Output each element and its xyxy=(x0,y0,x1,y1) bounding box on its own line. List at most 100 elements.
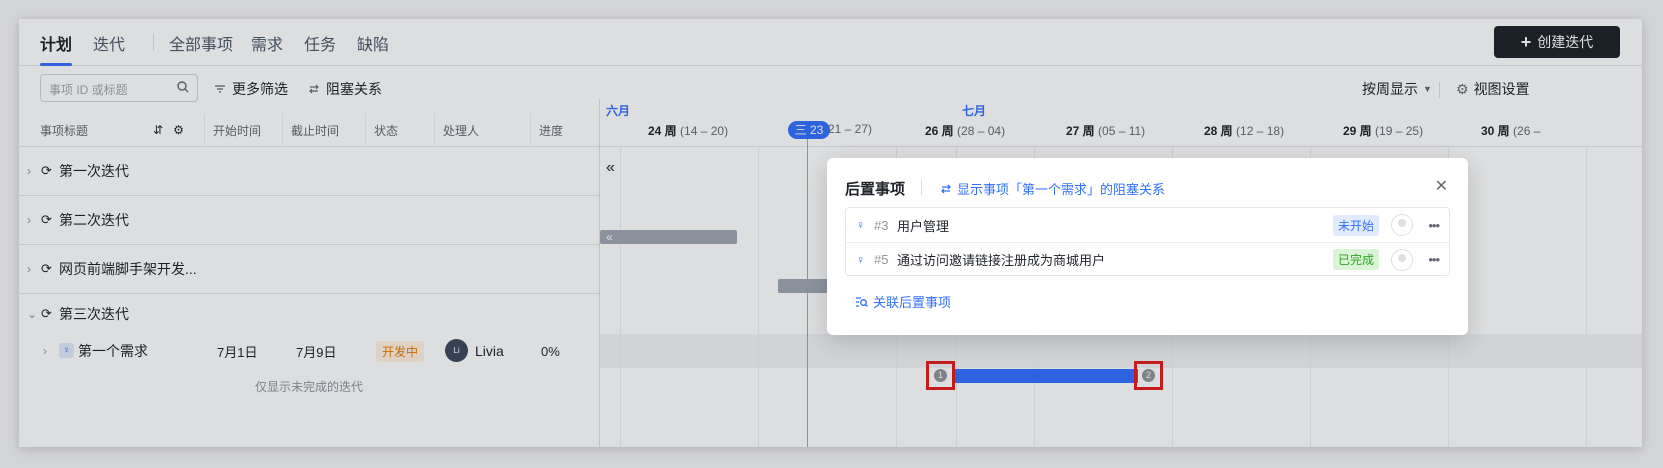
iteration-icon: ⟳ xyxy=(41,163,52,178)
chevron-right-icon[interactable]: › xyxy=(27,213,31,227)
assignee-name[interactable]: Livia xyxy=(475,343,504,359)
week-label: 27 周 (05 – 11) xyxy=(1066,122,1145,139)
column-status: 状态 xyxy=(365,114,434,147)
week-number: 27 周 xyxy=(1066,124,1095,138)
tab-requirements[interactable]: 需求 xyxy=(251,31,283,55)
view-settings-label: 视图设置 xyxy=(1473,81,1530,97)
week-number: 29 周 xyxy=(1343,124,1372,138)
popover-title: 后置事项 xyxy=(845,181,906,198)
week-range: (12 – 18) xyxy=(1236,124,1285,138)
iteration-title: 第二次迭代 xyxy=(59,212,129,228)
filter-icon xyxy=(215,85,225,93)
requirement-icon: ♀ xyxy=(856,218,865,232)
collapse-all-icon[interactable]: ⇵ xyxy=(153,123,163,137)
avatar[interactable] xyxy=(1391,248,1413,271)
list-item[interactable]: ♀ #5 通过访问邀请链接注册成为商城用户 已完成 ••• xyxy=(846,242,1449,276)
item-title[interactable]: 用户管理 xyxy=(897,216,949,235)
chevron-right-icon[interactable]: › xyxy=(27,164,31,178)
column-title-label: 事项标题 xyxy=(40,124,89,138)
grid-line xyxy=(758,147,759,447)
grid-line xyxy=(620,147,621,447)
item-id: #5 xyxy=(874,252,889,267)
link-successor-label: 关联后置事项 xyxy=(873,295,952,310)
chevron-right-icon[interactable]: › xyxy=(27,262,31,276)
column-assignee: 处理人 xyxy=(434,114,530,147)
more-icon[interactable]: ••• xyxy=(1428,218,1440,233)
avatar[interactable] xyxy=(1391,214,1413,236)
progress-value: 0% xyxy=(541,343,560,359)
column-status-label: 状态 xyxy=(374,124,399,138)
link-successor-button[interactable]: 关联后置事项 xyxy=(855,292,951,311)
requirement-icon: ♀ xyxy=(856,252,865,267)
item-id: #3 xyxy=(874,217,889,233)
iteration-row[interactable]: › ⟳ 第二次迭代 xyxy=(19,196,599,245)
bar-end-handle[interactable]: 2 xyxy=(1134,361,1163,390)
item-title[interactable]: 通过访问邀请链接注册成为商城用户 xyxy=(897,250,1105,269)
view-mode-select[interactable]: 按周显示 ▼ xyxy=(1362,79,1432,99)
iteration-row[interactable]: › ⟳ 第一次迭代 xyxy=(19,147,599,196)
footer-note: 仅显示未完成的迭代 xyxy=(254,380,363,394)
column-progress: 进度 xyxy=(530,114,599,147)
week-label: 24 周 (14 – 20) xyxy=(648,122,728,139)
swap-icon xyxy=(941,184,951,193)
iteration-row[interactable]: ⌄ ⟳ 第三次迭代 xyxy=(19,294,599,334)
iteration-row[interactable]: › ⟳ 网页前端脚手架开发... xyxy=(19,245,599,294)
requirement-bar[interactable] xyxy=(955,369,1138,383)
requirement-row[interactable]: › ♀ 第一个需求 7月1日 7月9日 开发中 Li Livia 0% xyxy=(19,334,599,368)
column-start: 开始时间 xyxy=(204,114,282,147)
week-label: 28 周 (12 – 18) xyxy=(1204,122,1284,139)
month-label: 七月 xyxy=(962,104,987,118)
column-settings-icon[interactable]: ⚙ xyxy=(173,123,184,137)
week-number: 24 周 xyxy=(648,124,677,138)
search-input[interactable]: 事项 ID 或标题 xyxy=(40,74,198,102)
more-icon[interactable]: ••• xyxy=(1428,252,1440,267)
week-number: 26 周 xyxy=(925,124,954,138)
more-filters-label: 更多筛选 xyxy=(232,81,288,97)
list-item[interactable]: ♀ #3 用户管理 未开始 ••• xyxy=(846,208,1449,242)
gear-icon: ⚙ xyxy=(1456,80,1469,97)
collapse-left-icon: « xyxy=(606,230,613,244)
chevron-down-icon[interactable]: ⌄ xyxy=(27,307,37,321)
iteration-icon: ⟳ xyxy=(41,261,52,276)
chevron-right-icon[interactable]: › xyxy=(43,344,47,358)
week-range: (14 – 20) xyxy=(680,124,729,138)
month-label: 六月 xyxy=(606,104,631,118)
collapse-left-icon[interactable]: « xyxy=(606,159,615,177)
tab-plan[interactable]: 计划 xyxy=(40,31,72,55)
show-blocking-link[interactable]: 显示事项「第一个需求」的阻塞关系 xyxy=(940,179,1165,198)
close-icon[interactable]: ✕ xyxy=(1435,176,1448,196)
column-end-label: 截止时间 xyxy=(291,124,340,138)
requirement-title[interactable]: 第一个需求 xyxy=(78,341,148,361)
blocking-relation-label: 阻塞关系 xyxy=(326,81,382,97)
create-iteration-label: 创建迭代 xyxy=(1537,34,1594,50)
iteration-icon: ⟳ xyxy=(41,306,52,321)
blocking-relation-button[interactable]: 阻塞关系 xyxy=(308,79,382,99)
view-settings-button[interactable]: ⚙ 视图设置 xyxy=(1456,79,1530,99)
iteration-title: 网页前端脚手架开发... xyxy=(59,261,197,277)
tab-all-items[interactable]: 全部事项 xyxy=(169,31,233,55)
iteration-bar[interactable]: « xyxy=(600,230,737,244)
tab-iteration[interactable]: 迭代 xyxy=(93,31,125,55)
popover-divider xyxy=(921,179,922,195)
gantt-header: 六月 七月 24 周 (14 – 20) (21 – 27) 26 周 (28 … xyxy=(600,99,1642,147)
link-search-icon xyxy=(856,296,868,307)
iteration-bar[interactable] xyxy=(778,279,830,293)
status-badge[interactable]: 已完成 xyxy=(1332,249,1379,270)
tab-tasks[interactable]: 任务 xyxy=(304,31,336,55)
status-badge[interactable]: 未开始 xyxy=(1332,214,1379,236)
bar-start-handle[interactable]: 1 xyxy=(926,361,955,390)
column-end: 截止时间 xyxy=(282,114,365,147)
status-badge[interactable]: 开发中 xyxy=(376,341,425,362)
week-label: 30 周 (26 – xyxy=(1481,122,1540,139)
title-column-tools: ⇵ ⚙ xyxy=(153,123,184,137)
end-date[interactable]: 7月9日 xyxy=(296,342,336,361)
week-range: (05 – 11) xyxy=(1098,124,1146,138)
week-label: 26 周 (28 – 04) xyxy=(925,122,1005,139)
more-filters-button[interactable]: 更多筛选 xyxy=(214,79,288,99)
successor-list: ♀ #3 用户管理 未开始 ••• ♀ #5 通过访问邀请链接注册成为商城用户 … xyxy=(845,207,1450,276)
start-date[interactable]: 7月1日 xyxy=(217,342,257,361)
create-iteration-button[interactable]: + 创建迭代 xyxy=(1494,26,1620,58)
week-range: (26 – xyxy=(1513,124,1541,138)
tab-defects[interactable]: 缺陷 xyxy=(357,31,389,55)
plus-icon: + xyxy=(1520,32,1532,52)
